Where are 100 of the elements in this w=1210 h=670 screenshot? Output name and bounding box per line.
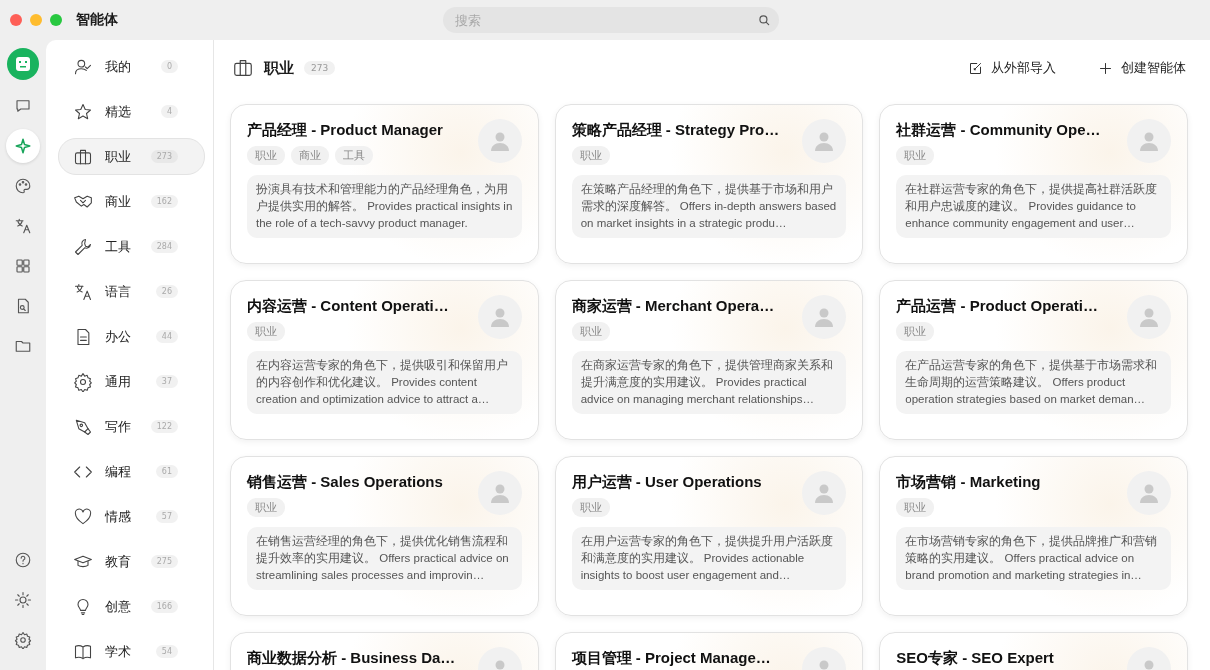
agent-tag: 职业 — [571, 322, 610, 341]
grid-icon — [14, 257, 32, 275]
category-label: 教育 — [105, 552, 131, 571]
category-count: 162 — [150, 195, 178, 208]
category-item[interactable]: 写作 122 — [58, 408, 205, 445]
agent-card[interactable]: 产品运营 - Product Operati… 职业 在产品运营专家的角色下，提供基于市场需求和生命周期的运营策略建议。 Offers product operation strategies based on market deman… — [879, 280, 1188, 440]
category-item[interactable]: 我的 0 — [58, 48, 205, 85]
agent-title: 项目管理 - Project Manage… — [571, 649, 772, 668]
search-field[interactable]: 搜索 — [443, 7, 779, 33]
agent-card[interactable]: 产品经理 - Product Manager 职业 商业 工具 扮演具有技术和管理能力的产品经理角色，为用户提供实用的解答。 Provides practical insights in the role of a tech-savvy product manager. — [230, 104, 539, 264]
agent-card[interactable]: 销售运营 - Sales Operations 职业 在销售运营经理的角色下，提供优化销售流程和提升效率的实用建议。 Offers practical advice on streamlining sales processes and improvin… — [230, 456, 539, 616]
category-count: 4 — [160, 105, 178, 118]
category-count: 166 — [150, 600, 178, 613]
agent-tag: 工具 — [335, 146, 373, 165]
category-count: 275 — [150, 555, 178, 568]
close-window-button[interactable] — [10, 14, 22, 26]
settings-icon — [14, 631, 32, 649]
chat-icon — [14, 97, 32, 115]
palette-icon — [14, 177, 32, 195]
category-label: 通用 — [105, 372, 131, 391]
agent-card[interactable]: 商业数据分析 - Business Da… — [230, 632, 539, 670]
category-label: 精选 — [105, 102, 131, 121]
category-count: 44 — [155, 330, 178, 343]
agent-card[interactable]: 市场营销 - Marketing 职业 在市场营销专家的角色下，提供品牌推广和营销策略的实用建议。 Offers practical advice on brand promotion and marketing strategies in… — [879, 456, 1188, 616]
category-count: 273 — [150, 150, 178, 163]
agent-card[interactable]: 项目管理 - Project Manage… — [554, 632, 864, 670]
agent-title: 商家运营 - Merchant Opera… — [571, 297, 776, 316]
briefcase-icon — [232, 57, 254, 79]
agent-tag: 职业 — [571, 146, 610, 165]
category-count: 284 — [150, 240, 178, 253]
agent-tag: 职业 — [247, 146, 285, 165]
agent-card[interactable]: 社群运营 - Community Ope… 职业 在社群运营专家的角色下，提供提高社群活跃度和用户忠诚度的建议。 Provides guidance to enhance community engagement and user… — [879, 104, 1188, 264]
category-label: 办公 — [105, 327, 131, 346]
category-count: 57 — [155, 510, 178, 523]
translate-icon — [14, 217, 32, 235]
category-item[interactable]: 创意 166 — [58, 588, 205, 625]
category-item[interactable]: 商业 162 — [58, 183, 205, 220]
category-item[interactable]: 语言 26 — [58, 273, 205, 310]
agent-description: 在市场营销专家的角色下，提供品牌推广和营销策略的实用建议。 Offers practical advice on brand promotion and marketing strategies in… — [896, 527, 1171, 590]
search-icon — [757, 13, 771, 27]
agent-tag: 职业 — [247, 322, 285, 341]
agent-description: 在策略产品经理的角色下，提供基于市场和用户需求的深度解答。 Offers in-depth answers based on market insights in a strategic produ… — [571, 175, 847, 238]
sun-icon — [14, 591, 32, 609]
translate-icon — [73, 281, 93, 302]
wrench-icon — [73, 236, 93, 257]
agent-title: 产品经理 - Product Manager — [247, 121, 444, 140]
agent-card[interactable]: 商家运营 - Merchant Opera… 职业 在商家运营专家的角色下，提供管理商家关系和提升满意度的实用建议。 Provides practical advice on managing merchant relationships… — [554, 280, 864, 440]
agent-card[interactable]: 内容运营 - Content Operati… 职业 在内容运营专家的角色下，提供吸引和保留用户的内容创作和优化建议。 Provides content creation and optimization advice to attract a… — [230, 280, 539, 440]
import-icon — [968, 60, 983, 76]
agent-title: 用户运营 - User Operations — [571, 473, 763, 492]
category-item[interactable]: 情感 57 — [58, 498, 205, 535]
category-label: 语言 — [105, 282, 131, 301]
agent-count: 273 — [304, 61, 336, 75]
category-label: 写作 — [105, 417, 131, 436]
agent-description: 在产品运营专家的角色下，提供基于市场需求和生命周期的运营策略建议。 Offers product operation strategies based on market deman… — [896, 351, 1171, 414]
category-item[interactable]: 职业 273 — [58, 138, 205, 175]
heart-icon — [73, 506, 93, 527]
category-label: 情感 — [105, 507, 131, 526]
agent-title: 销售运营 - Sales Operations — [247, 473, 444, 492]
agent-card[interactable]: 策略产品经理 - Strategy Pro… 职业 在策略产品经理的角色下，提供基于市场和用户需求的深度解答。 Offers in-depth answers based on market insights in a strategic produ… — [554, 104, 864, 264]
agent-title: SEO专家 - SEO Expert — [896, 649, 1055, 668]
sparkle-nav-button[interactable] — [6, 129, 40, 163]
agent-card[interactable]: 用户运营 - User Operations 职业 在用户运营专家的角色下，提供提升用户活跃度和满意度的实用建议。 Provides actionable insights to boost user engagement and… — [554, 456, 864, 616]
agent-title: 内容运营 - Content Operati… — [247, 297, 450, 316]
import-button[interactable]: 从外部导入 — [964, 55, 1060, 81]
category-label: 创意 — [105, 597, 131, 616]
category-count: 0 — [160, 60, 178, 73]
star-icon — [73, 101, 93, 122]
agent-description: 在用户运营专家的角色下，提供提升用户活跃度和满意度的实用建议。 Provides actionable insights to boost user engagement and… — [571, 527, 847, 590]
category-item[interactable]: 工具 284 — [58, 228, 205, 265]
agent-tag: 职业 — [247, 498, 285, 517]
category-count: 61 — [155, 465, 178, 478]
agent-card[interactable]: SEO专家 - SEO Expert — [879, 632, 1188, 670]
page-title: 职业 — [264, 58, 294, 78]
category-count: 37 — [155, 375, 178, 388]
category-item[interactable]: 学术 54 — [58, 633, 205, 670]
agent-description: 在销售运营经理的角色下，提供优化销售流程和提升效率的实用建议。 Offers practical advice on streamlining sales processes and improvin… — [247, 527, 522, 590]
category-item[interactable]: 精选 4 — [58, 93, 205, 130]
create-agent-button[interactable]: 创建智能体 — [1094, 55, 1190, 81]
agent-title: 商业数据分析 - Business Da… — [247, 649, 457, 668]
app-logo-icon[interactable] — [7, 48, 39, 80]
agent-tag: 职业 — [571, 498, 610, 517]
agent-tag: 职业 — [896, 322, 935, 341]
category-item[interactable]: 编程 61 — [58, 453, 205, 490]
agent-title: 策略产品经理 - Strategy Pro… — [571, 121, 781, 140]
settings-icon — [73, 371, 93, 392]
category-label: 职业 — [105, 147, 131, 166]
agent-description: 在内容运营专家的角色下，提供吸引和保留用户的内容创作和优化建议。 Provides content creation and optimization advice to attract a… — [247, 351, 522, 414]
maximize-window-button[interactable] — [50, 14, 62, 26]
agent-tag: 商业 — [291, 146, 329, 165]
category-item[interactable]: 通用 37 — [58, 363, 205, 400]
help-icon — [14, 551, 32, 569]
category-label: 我的 — [105, 57, 131, 76]
agent-tag: 职业 — [896, 146, 935, 165]
category-count: 26 — [155, 285, 178, 298]
category-item[interactable]: 办公 44 — [58, 318, 205, 355]
category-item[interactable]: 教育 275 — [58, 543, 205, 580]
agent-title: 产品运营 - Product Operati… — [896, 297, 1099, 316]
category-count: 122 — [150, 420, 178, 433]
agent-description: 在社群运营专家的角色下，提供提高社群活跃度和用户忠诚度的建议。 Provides guidance to enhance community engagement and user… — [896, 175, 1171, 238]
